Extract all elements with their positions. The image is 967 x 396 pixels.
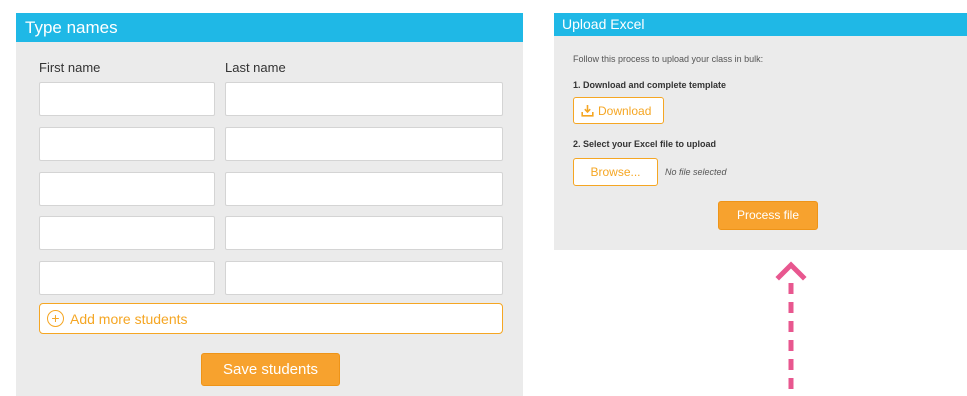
step-2-label: 2. Select your Excel file to upload <box>573 139 717 149</box>
upload-instructions: Follow this process to upload your class… <box>573 54 764 64</box>
type-names-panel: Type names First name Last name + Add mo… <box>16 13 523 396</box>
process-file-button[interactable]: Process file <box>718 201 818 230</box>
add-more-students-label: Add more students <box>70 310 188 327</box>
save-students-button[interactable]: Save students <box>201 353 340 386</box>
add-more-students-button[interactable]: + Add more students <box>39 303 503 334</box>
step-1-label: 1. Download and complete template <box>573 80 727 90</box>
first-name-input[interactable] <box>39 261 215 295</box>
type-names-title: Type names <box>16 13 523 42</box>
first-name-input[interactable] <box>39 127 215 161</box>
selected-file-status: No file selected <box>665 167 727 177</box>
last-name-input[interactable] <box>225 127 503 161</box>
last-name-label: Last name <box>225 60 286 75</box>
browse-file-button[interactable]: Browse... <box>573 158 658 186</box>
last-name-input[interactable] <box>225 172 503 206</box>
plus-circle-icon: + <box>47 310 64 327</box>
upload-excel-title: Upload Excel <box>554 13 967 36</box>
download-tray-icon <box>581 105 594 117</box>
download-label: Download <box>598 103 652 118</box>
last-name-input[interactable] <box>225 216 503 250</box>
first-name-input[interactable] <box>39 82 215 116</box>
first-name-input[interactable] <box>39 172 215 206</box>
arrow-up-icon <box>775 261 807 396</box>
download-template-button[interactable]: Download <box>573 97 664 124</box>
last-name-input[interactable] <box>225 261 503 295</box>
upload-excel-panel: Upload Excel Follow this process to uplo… <box>554 13 967 250</box>
first-name-label: First name <box>39 60 101 75</box>
first-name-input[interactable] <box>39 216 215 250</box>
last-name-input[interactable] <box>225 82 503 116</box>
